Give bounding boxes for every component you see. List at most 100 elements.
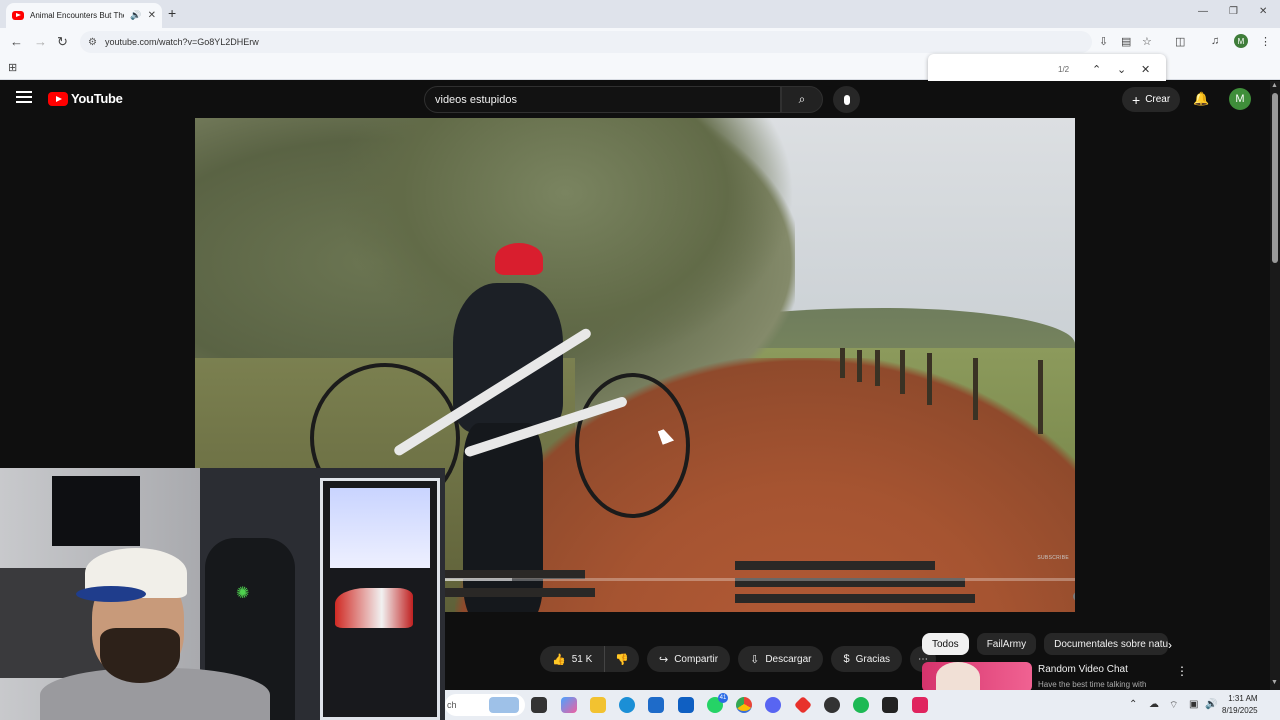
download-button[interactable]: ⇩ Descargar <box>738 646 824 672</box>
browser-profile-avatar[interactable]: M <box>1234 34 1248 48</box>
media-controls-icon[interactable]: ♫ <box>1211 35 1219 47</box>
forward-icon[interactable]: → <box>34 34 47 49</box>
video-actions: 👍 51 K 👎 ↪ Compartir ⇩ Descargar $ Graci… <box>540 646 937 672</box>
microphone-icon <box>843 94 850 105</box>
apps-grid-icon[interactable]: ⊞ <box>8 61 17 74</box>
related-filter-chips: Todos FailArmy Documentales sobre natura… <box>922 633 1169 655</box>
download-label: Descargar <box>765 653 812 665</box>
menu-dots-icon[interactable]: ⋮ <box>1260 35 1271 48</box>
browser-tab-bar: Animal Encounters But The 🔊 ✕ + — ❐ ✕ <box>0 0 1280 28</box>
scroll-down-icon[interactable]: ▼ <box>1271 679 1278 686</box>
thumbs-up-icon: 👍 <box>552 653 566 666</box>
taskbar-search-text: ch <box>447 700 457 710</box>
find-close-icon[interactable]: ✕ <box>1141 63 1150 76</box>
dislike-button[interactable]: 👎 <box>605 646 639 672</box>
tray-volume-icon[interactable]: 🔊 <box>1205 699 1217 710</box>
cattle-grid-bar <box>445 588 595 597</box>
download-icon: ⇩ <box>750 653 760 666</box>
youtube-logo[interactable]: YouTube <box>48 91 123 106</box>
clock-time: 1:31 AM <box>1228 694 1258 703</box>
tray-onedrive-icon[interactable]: ☁ <box>1149 699 1159 710</box>
whatsapp-badge: 41 <box>718 693 728 703</box>
tab-title: Animal Encounters But The <box>30 11 125 20</box>
chrome-icon[interactable] <box>736 697 752 713</box>
scrollbar-thumb[interactable] <box>1272 93 1278 263</box>
fence-post <box>857 350 862 382</box>
edge-icon[interactable] <box>619 697 635 713</box>
hamburger-menu-icon[interactable] <box>16 91 32 103</box>
taskbar-clock[interactable]: 1:31 AM 8/19/2025 <box>1222 693 1258 717</box>
find-next-icon[interactable]: ⌄ <box>1117 63 1126 76</box>
voice-search-button[interactable] <box>833 86 860 113</box>
like-dislike-group: 👍 51 K 👎 <box>540 646 639 672</box>
back-icon[interactable]: ← <box>10 34 23 49</box>
autoplay-toggle[interactable] <box>1073 592 1075 601</box>
copilot-icon[interactable] <box>561 697 577 713</box>
fence-post <box>1038 360 1043 434</box>
recommended-title[interactable]: Random Video Chat <box>1038 664 1128 675</box>
widgets-icon[interactable] <box>489 697 519 713</box>
page-scrollbar[interactable]: ▲ ▼ <box>1270 81 1280 690</box>
install-app-icon[interactable]: ⇩ <box>1099 35 1108 48</box>
chips-next-chevron-icon[interactable]: › <box>1168 638 1172 652</box>
tray-chevron-icon[interactable]: ⌃ <box>1129 699 1137 710</box>
recommended-menu-icon[interactable]: ⋮ <box>1176 664 1188 678</box>
like-count: 51 K <box>571 653 593 665</box>
youtube-play-logo-icon <box>48 91 68 106</box>
chip-failarmy[interactable]: FailArmy <box>976 633 1037 655</box>
thanks-button[interactable]: $ Gracias <box>831 646 903 672</box>
windows-taskbar: ch 41 ⌃ ☁ ⌔ ▣ 🔊 1:31 AM 8/19/2025 <box>445 690 1280 720</box>
outlook-icon[interactable] <box>678 697 694 713</box>
bookmark-star-icon[interactable]: ☆ <box>1142 35 1152 48</box>
side-panel-icon[interactable]: ◫ <box>1175 35 1185 48</box>
close-tab-icon[interactable]: ✕ <box>148 10 156 21</box>
site-info-icon[interactable]: ⚙ <box>88 37 97 48</box>
cam-person-beard <box>100 628 180 683</box>
create-button[interactable]: + Crear <box>1122 87 1181 112</box>
recommended-thumbnail[interactable] <box>922 662 1032 692</box>
create-label: Crear <box>1145 94 1171 105</box>
cam-shelf-light <box>330 488 430 568</box>
url-field[interactable]: ⚙ youtube.com/watch?v=Go8YL2DHErw <box>80 31 1092 53</box>
account-avatar[interactable]: M <box>1229 88 1251 110</box>
reading-mode-icon[interactable]: ▤ <box>1121 35 1131 48</box>
webcam-overlay: ✺ <box>0 468 445 720</box>
browser-tab[interactable]: Animal Encounters But The 🔊 ✕ <box>6 3 162 28</box>
tray-display-icon[interactable]: ▣ <box>1189 699 1198 710</box>
search-input[interactable]: videos estupidos <box>424 86 781 113</box>
fence-post <box>875 350 880 386</box>
new-tab-icon[interactable]: + <box>168 5 176 21</box>
chip-all[interactable]: Todos <box>922 633 969 655</box>
close-window-icon[interactable]: ✕ <box>1259 6 1267 17</box>
discord-icon[interactable] <box>765 697 781 713</box>
store-icon[interactable] <box>648 697 664 713</box>
epic-games-icon[interactable] <box>882 697 898 713</box>
tiktok-icon[interactable] <box>912 697 928 713</box>
obs-icon[interactable] <box>824 697 840 713</box>
subscribe-watermark[interactable]: SUBSCRIBE <box>1037 555 1069 561</box>
spotify-icon[interactable] <box>853 697 869 713</box>
tray-wifi-icon[interactable]: ⌔ <box>1169 699 1178 712</box>
screen: Animal Encounters But The 🔊 ✕ + — ❐ ✕ ← … <box>0 0 1280 720</box>
app-diamond-icon[interactable] <box>793 695 813 715</box>
youtube-favicon-icon <box>12 11 24 20</box>
find-previous-icon[interactable]: ⌃ <box>1092 63 1101 76</box>
recommended-video[interactable]: Random Video Chat Have the best time tal… <box>922 662 1262 692</box>
task-view-icon[interactable] <box>531 697 547 713</box>
file-explorer-icon[interactable] <box>590 697 606 713</box>
speaker-icon[interactable]: 🔊 <box>130 10 141 21</box>
chip-nature-docs[interactable]: Documentales sobre natural <box>1044 633 1169 655</box>
find-count: 1/2 <box>1058 65 1070 74</box>
restore-icon[interactable]: ❐ <box>1229 6 1238 17</box>
fence-post <box>900 350 905 394</box>
reload-icon[interactable]: ↻ <box>57 34 68 50</box>
minimize-icon[interactable]: — <box>1198 6 1208 17</box>
cam-sneaker <box>335 588 413 628</box>
like-button[interactable]: 👍 51 K <box>540 646 606 672</box>
share-button[interactable]: ↪ Compartir <box>646 646 731 672</box>
fence-post <box>927 353 932 405</box>
scroll-up-icon[interactable]: ▲ <box>1271 82 1278 89</box>
red-helmet <box>495 243 543 275</box>
search-button[interactable]: ⌕ <box>781 86 823 113</box>
notifications-bell-icon[interactable]: 🔔 <box>1193 91 1209 107</box>
